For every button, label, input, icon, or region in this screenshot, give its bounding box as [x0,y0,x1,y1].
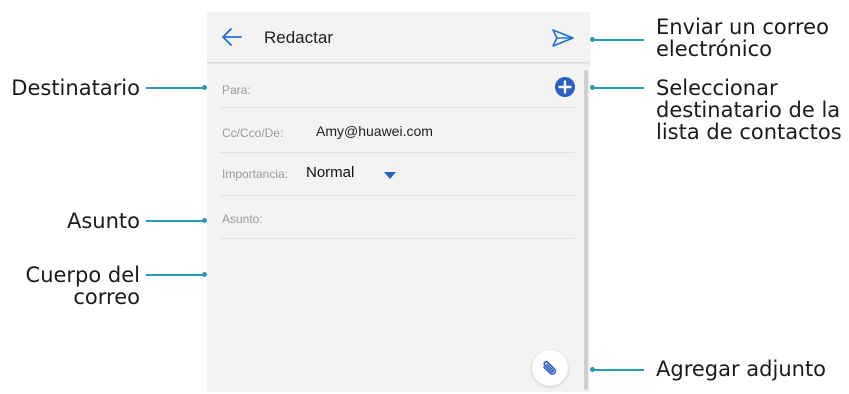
leader-body [146,274,204,276]
importance-value[interactable]: Normal [306,164,354,181]
annotation-send: Enviar un correo electrónico [656,15,829,61]
leader-dot-body [202,272,207,277]
paperclip-icon [543,360,557,375]
add-circle-icon[interactable] [554,76,576,98]
subject-field[interactable]: Asunto: [219,196,575,239]
leader-send [592,39,644,41]
leader-dot-recipient [202,85,207,90]
cc-value[interactable]: Amy@huawei.com [316,123,433,139]
attach-button[interactable] [532,350,568,386]
importance-field[interactable]: Importancia: Normal [219,153,575,196]
send-icon[interactable] [551,28,575,48]
leader-attachment [592,369,644,371]
leader-recipient [146,87,204,89]
annotation-subject: Asunto [66,209,140,233]
email-compose-screen: Redactar Para: Cc/Cco/De: Amy@huawei.com… [207,12,590,392]
leader-dot-subject [202,218,207,223]
scrollbar[interactable] [584,70,588,390]
annotation-body: Cuerpo del correo [25,263,140,309]
annotation-recipient: Destinatario [11,76,140,100]
dropdown-triangle-icon[interactable] [384,172,396,180]
body-area[interactable] [219,242,575,342]
leader-subject [146,220,204,222]
back-arrow-icon[interactable] [221,26,243,48]
to-field[interactable]: Para: [219,65,575,108]
leader-select-recipient [592,87,644,89]
subject-label: Asunto: [222,212,263,226]
annotation-add-attachment: Agregar adjunto [656,357,827,381]
app-bar: Redactar [207,12,590,64]
annotation-select-recipient: Seleccionar destinatario de la lista de … [656,76,842,144]
cc-field[interactable]: Cc/Cco/De: Amy@huawei.com [219,110,575,153]
to-label: Para: [222,83,251,97]
screen-title: Redactar [264,28,333,47]
cc-label: Cc/Cco/De: [222,126,284,140]
importance-label: Importancia: [222,167,289,181]
